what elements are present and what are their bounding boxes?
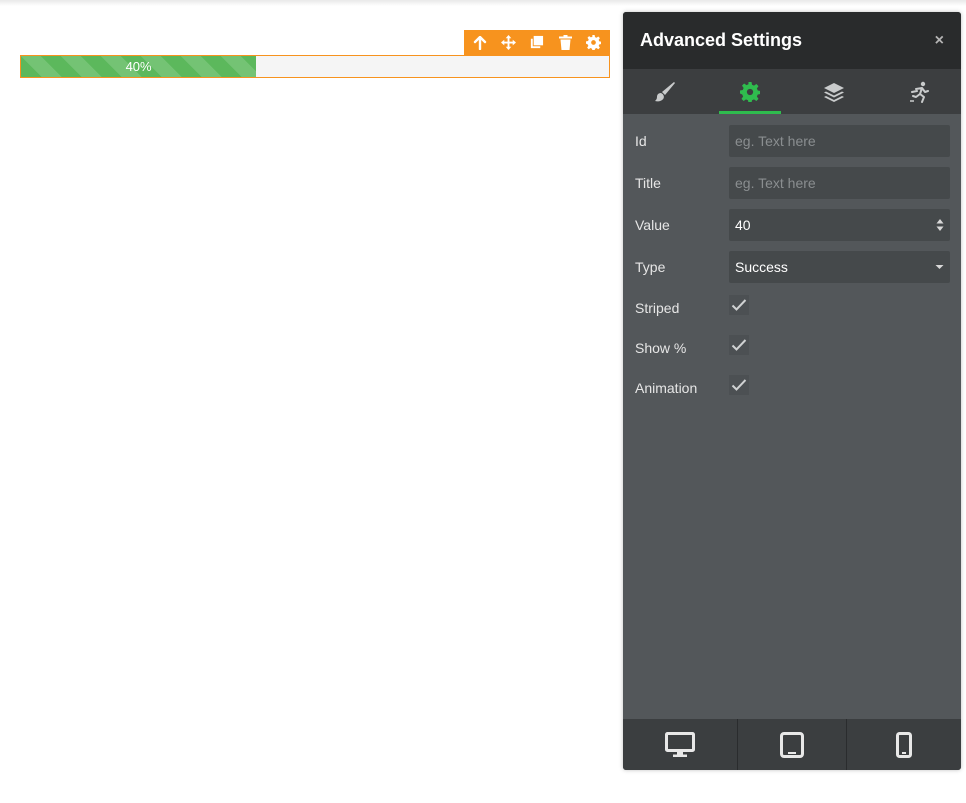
checkmark-icon (731, 379, 747, 391)
device-tablet-button[interactable] (737, 719, 846, 770)
panel-tabs (623, 69, 961, 114)
trash-icon[interactable] (553, 32, 577, 54)
type-label: Type (635, 259, 666, 275)
progress-label: 40% (125, 59, 152, 74)
arrow-up-icon[interactable] (468, 32, 492, 54)
show-percent-label: Show % (635, 340, 687, 356)
checkmark-icon (731, 339, 747, 351)
striped-label: Striped (635, 300, 680, 316)
duplicate-icon[interactable] (525, 32, 549, 54)
desktop-icon (665, 731, 695, 757)
checkmark-icon (731, 299, 747, 311)
striped-checkbox[interactable] (729, 295, 749, 315)
progress-element[interactable]: 40% (20, 55, 610, 78)
title-input[interactable] (729, 167, 950, 199)
element-toolbar (464, 30, 610, 55)
type-select-value: Success (735, 259, 788, 275)
device-switcher (623, 719, 961, 770)
advanced-settings-panel: Advanced Settings × Id Title Value 40 (623, 12, 961, 770)
value-stepper[interactable]: 40 (729, 209, 950, 241)
title-label: Title (635, 175, 661, 191)
field-row-type: Type Success (623, 246, 961, 288)
move-icon[interactable] (497, 32, 521, 54)
tab-layers[interactable] (792, 69, 877, 114)
mobile-icon (896, 731, 912, 758)
spinner-arrows-icon[interactable] (936, 218, 944, 232)
layers-icon (824, 82, 845, 102)
device-desktop-button[interactable] (623, 719, 737, 770)
tab-style[interactable] (623, 69, 708, 114)
field-row-id: Id (623, 120, 961, 162)
id-input[interactable] (729, 125, 950, 157)
gear-icon (739, 81, 760, 102)
show-percent-checkbox[interactable] (729, 335, 749, 355)
tab-animation[interactable] (877, 69, 962, 114)
field-row-title: Title (623, 162, 961, 204)
device-mobile-button[interactable] (846, 719, 961, 770)
tab-settings[interactable] (708, 69, 793, 114)
progress-bar-fill: 40% (21, 56, 257, 77)
settings-form: Id Title Value 40 Type Success Striped (623, 114, 961, 408)
tablet-icon (780, 731, 804, 758)
paintbrush-icon (655, 81, 676, 101)
field-row-value: Value 40 (623, 204, 961, 246)
animation-figure-icon (909, 81, 929, 103)
value-stepper-value: 40 (735, 217, 751, 233)
field-row-show-percent: Show % (623, 328, 961, 368)
caret-down-icon (935, 265, 944, 269)
top-shadow (0, 0, 966, 6)
value-label: Value (635, 217, 670, 233)
close-icon[interactable]: × (935, 32, 944, 50)
panel-header: Advanced Settings × (623, 12, 961, 69)
animation-checkbox[interactable] (729, 375, 749, 395)
panel-title: Advanced Settings (640, 30, 803, 50)
field-row-animation: Animation (623, 368, 961, 408)
gear-icon[interactable] (582, 32, 606, 54)
animation-label: Animation (635, 380, 698, 396)
type-select[interactable]: Success (729, 251, 950, 283)
id-label: Id (635, 133, 647, 149)
field-row-striped: Striped (623, 288, 961, 328)
